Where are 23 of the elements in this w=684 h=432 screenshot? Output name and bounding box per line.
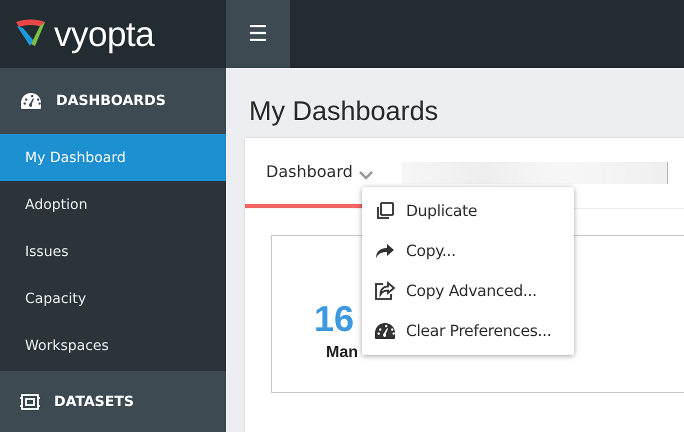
duplicate-icon [375,201,395,221]
share-arrow-icon [375,243,395,259]
metric-label: Man [326,344,358,362]
sidebar-item[interactable]: Capacity [0,275,226,322]
page-title: My Dashboards [248,95,440,128]
caret-icon [358,170,373,180]
sidebar-item[interactable]: Issues [0,228,226,275]
gauge-icon [374,322,396,340]
sidebar-item[interactable]: Adoption [0,181,226,228]
dashboard-icon [20,92,42,110]
dataset-icon [20,392,40,410]
sidebar-item[interactable]: My Dashboard [0,134,226,181]
export-icon [374,281,396,301]
menu-item[interactable]: Copy... [362,231,574,271]
menu-item[interactable]: Copy Advanced... [362,271,574,311]
menu-item[interactable]: Clear Preferences... [362,311,574,351]
section-title[interactable]: DASHBOARDS [56,93,166,109]
section-title[interactable]: DATASETS [54,394,134,410]
sidebar-item[interactable]: Workspaces [0,322,226,369]
brand-name: vyopta [54,16,154,52]
metric-value: 16 [314,298,354,340]
blurred-tab[interactable] [402,162,668,184]
menu-button[interactable]: ☰ [226,0,290,68]
